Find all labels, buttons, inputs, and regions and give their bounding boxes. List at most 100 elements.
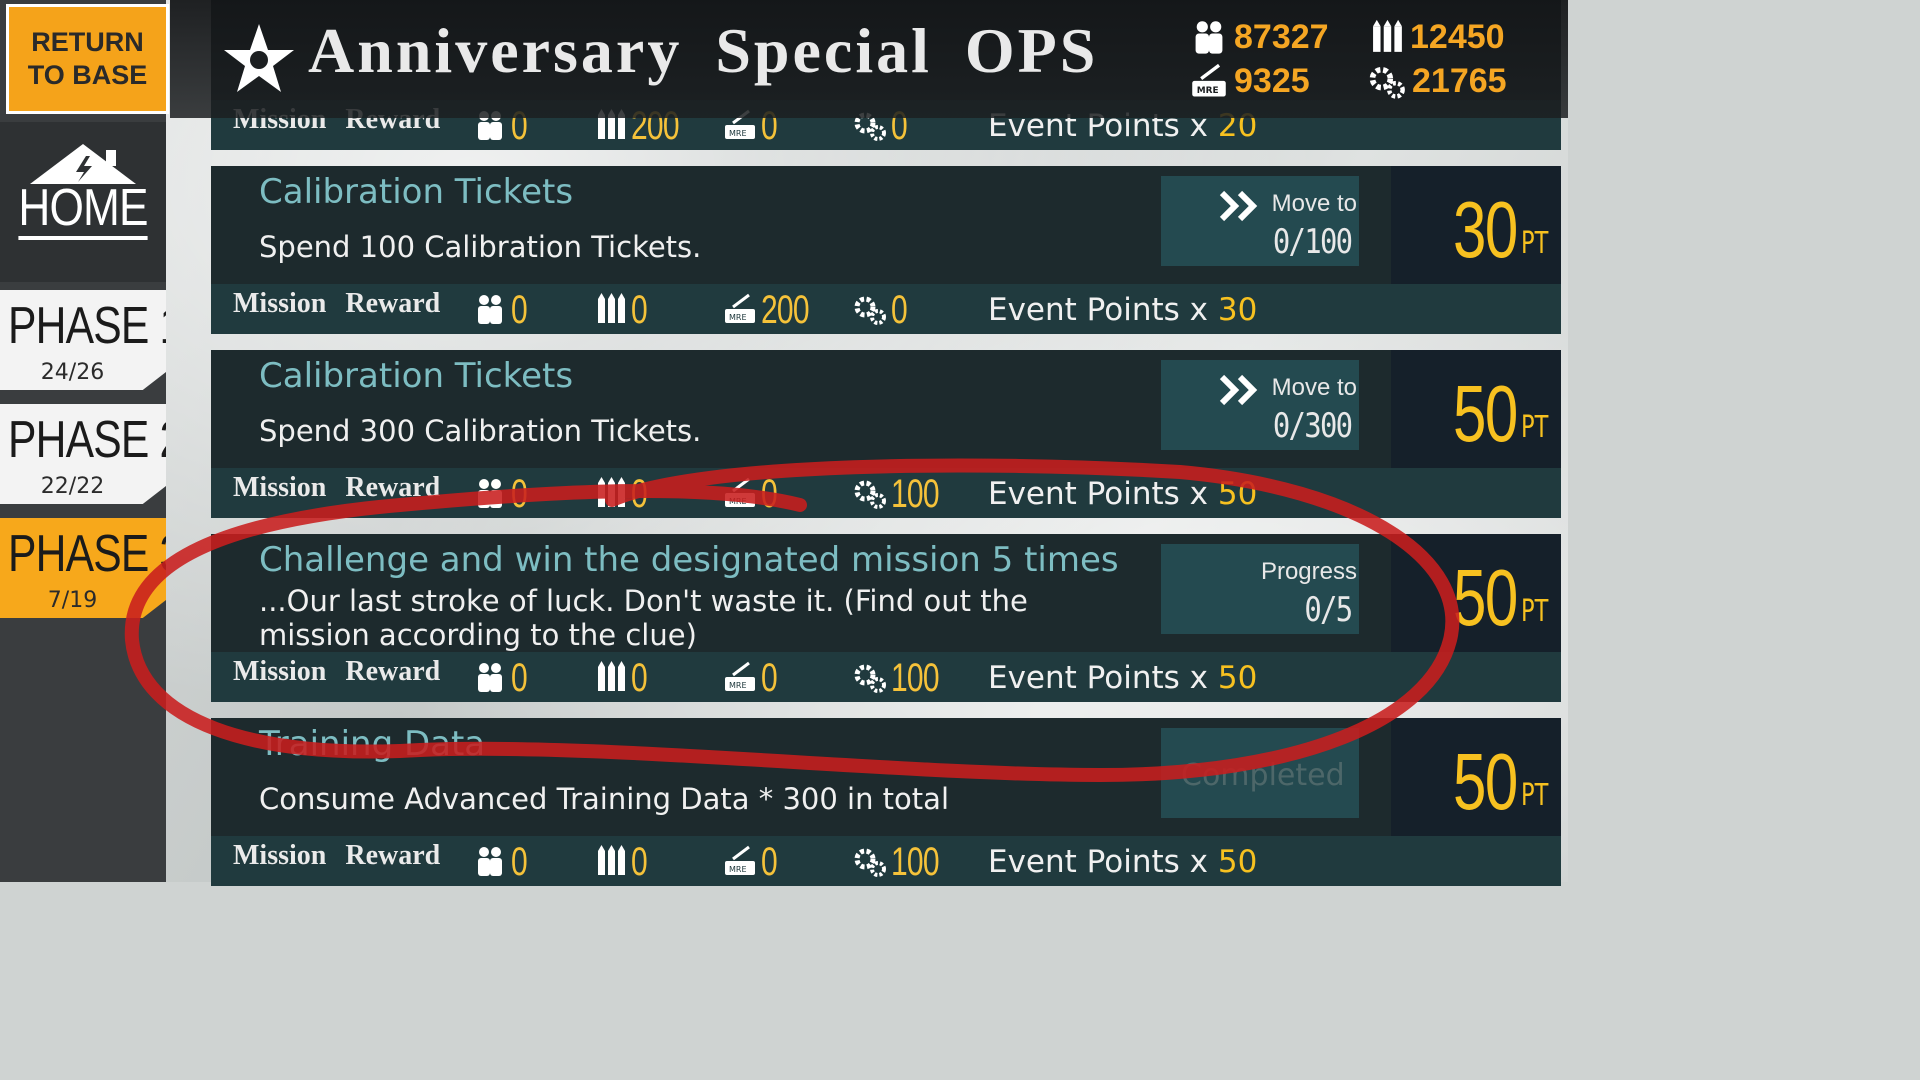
- reward-rations: MRE 200: [723, 287, 825, 332]
- home-label: HOME: [18, 180, 148, 240]
- reward-rations-value: 0: [761, 839, 778, 884]
- event-points-value: 50: [1217, 660, 1258, 696]
- mission-points-unit: PT: [1521, 778, 1549, 813]
- move-to-label: Move to: [1271, 190, 1357, 217]
- reward-manpower: 0: [473, 287, 532, 332]
- manpower-icon: [478, 847, 502, 876]
- phase-1-tab[interactable]: PHASE 1 24/26: [0, 290, 166, 390]
- reward-parts: 100: [853, 471, 955, 516]
- mission-reward-label: Mission Reward: [233, 840, 441, 871]
- mission-points-unit: PT: [1521, 226, 1549, 261]
- return-label-line2: TO BASE: [27, 60, 148, 90]
- mission-points: 30 PT: [1391, 166, 1561, 284]
- mission-points: 50 PT: [1391, 718, 1561, 836]
- resource-manpower-value: 87327: [1234, 18, 1329, 56]
- reward-rations-value: 0: [761, 655, 778, 700]
- reward-manpower: 0: [473, 655, 532, 700]
- completed-label: Completed: [1181, 758, 1345, 793]
- chevron-double-icon: [1219, 374, 1258, 406]
- event-points-label: Event Points x: [988, 292, 1208, 328]
- manpower-icon: [478, 663, 502, 692]
- reward-manpower-value: 0: [511, 839, 528, 884]
- resource-parts: 21765: [1368, 62, 1507, 101]
- reward-rations-value: 0: [761, 471, 778, 516]
- mission-points-value: 50: [1453, 737, 1518, 826]
- event-points: Event Points x 30: [988, 292, 1257, 328]
- phase-3-tab[interactable]: PHASE 3 7/19: [0, 518, 166, 618]
- mission-title: Calibration Tickets: [259, 356, 574, 396]
- home-button[interactable]: HOME: [0, 122, 166, 282]
- mission-progress-value: 0/300: [1272, 406, 1352, 446]
- svg-text:MRE: MRE: [729, 313, 747, 322]
- mission-points-unit: PT: [1521, 410, 1549, 445]
- mission-description: ...Our last stroke of luck. Don't waste …: [259, 584, 1028, 652]
- move-to-button[interactable]: Move to 0/300: [1161, 360, 1359, 450]
- phase-label: PHASE 2: [8, 411, 183, 469]
- parts-icon: [854, 480, 886, 509]
- move-to-label: Move to: [1271, 374, 1357, 401]
- mission-reward-label: Mission Reward: [233, 656, 441, 687]
- ammo-icon: [1373, 19, 1402, 52]
- mission-progress-value: 0/5: [1303, 590, 1353, 630]
- svg-text:MRE: MRE: [729, 497, 747, 506]
- chevron-double-icon: [1219, 190, 1258, 222]
- ammo-icon: [598, 661, 625, 691]
- mission-title: Calibration Tickets: [259, 172, 574, 212]
- reward-ammo: 0: [597, 839, 652, 884]
- reward-manpower-value: 0: [511, 655, 528, 700]
- phase-2-tab[interactable]: PHASE 2 22/22: [0, 404, 166, 504]
- mission-points-value: 50: [1453, 553, 1518, 642]
- svg-text:MRE: MRE: [1197, 86, 1219, 96]
- event-points-label: Event Points x: [988, 660, 1208, 696]
- rations-icon: MRE: [1192, 63, 1226, 97]
- resource-parts-value: 21765: [1412, 62, 1507, 100]
- phase-label: PHASE 1: [8, 297, 183, 355]
- phase-count: 7/19: [47, 588, 98, 613]
- resource-rations: MRE 9325: [1190, 62, 1310, 101]
- mission-points: 50 PT: [1391, 534, 1561, 652]
- event-points: Event Points x 50: [988, 660, 1257, 696]
- reward-parts-value: 100: [891, 839, 940, 884]
- mission-description: Spend 100 Calibration Tickets.: [259, 230, 702, 264]
- event-points-label: Event Points x: [988, 476, 1208, 512]
- mission-points-value: 30: [1453, 185, 1518, 274]
- event-points-label: Event Points x: [988, 844, 1208, 880]
- reward-parts: 100: [853, 839, 955, 884]
- parts-icon: [854, 296, 886, 325]
- reward-ammo-value: 0: [631, 655, 648, 700]
- reward-manpower: 0: [473, 472, 532, 516]
- reward-rations: MRE 0: [723, 839, 782, 884]
- reward-manpower: 0: [473, 839, 532, 884]
- manpower-icon: [1195, 20, 1223, 54]
- parts-icon: [854, 664, 886, 693]
- mission-progress-value: 0/100: [1272, 222, 1352, 262]
- resource-rations-value: 9325: [1234, 62, 1310, 100]
- manpower-icon: [478, 479, 502, 508]
- return-to-base-button[interactable]: RETURN TO BASE: [6, 4, 169, 114]
- mission-title: Challenge and win the designated mission…: [259, 540, 1119, 580]
- phase-label: PHASE 3: [8, 525, 183, 583]
- return-label-line1: RETURN: [31, 27, 144, 57]
- parts-icon: [1369, 66, 1405, 99]
- phase-count: 24/26: [40, 360, 105, 385]
- reward-manpower-value: 0: [511, 287, 528, 332]
- progress-label: Progress: [1260, 558, 1357, 585]
- mission-card: Challenge and win the designated mission…: [211, 534, 1561, 704]
- reward-rations-value: 200: [761, 287, 810, 332]
- reward-ammo-value: 0: [631, 839, 648, 884]
- event-points-value: 30: [1217, 292, 1258, 328]
- mission-points-unit: PT: [1521, 594, 1549, 629]
- event-points-value: 50: [1217, 476, 1258, 512]
- phase-count: 22/22: [40, 474, 105, 499]
- completed-badge: Completed: [1161, 728, 1359, 818]
- mission-points-value: 50: [1453, 369, 1518, 458]
- svg-text:MRE: MRE: [729, 681, 747, 690]
- event-points: Event Points x 50: [988, 844, 1257, 880]
- ammo-icon: [598, 477, 625, 507]
- event-points-value: 50: [1217, 844, 1258, 880]
- reward-rations: MRE 0: [723, 471, 782, 516]
- reward-ammo-value: 0: [631, 471, 648, 516]
- move-to-button[interactable]: Move to 0/100: [1161, 176, 1359, 266]
- manpower-icon: [478, 295, 502, 324]
- reward-parts-value: 100: [891, 471, 940, 516]
